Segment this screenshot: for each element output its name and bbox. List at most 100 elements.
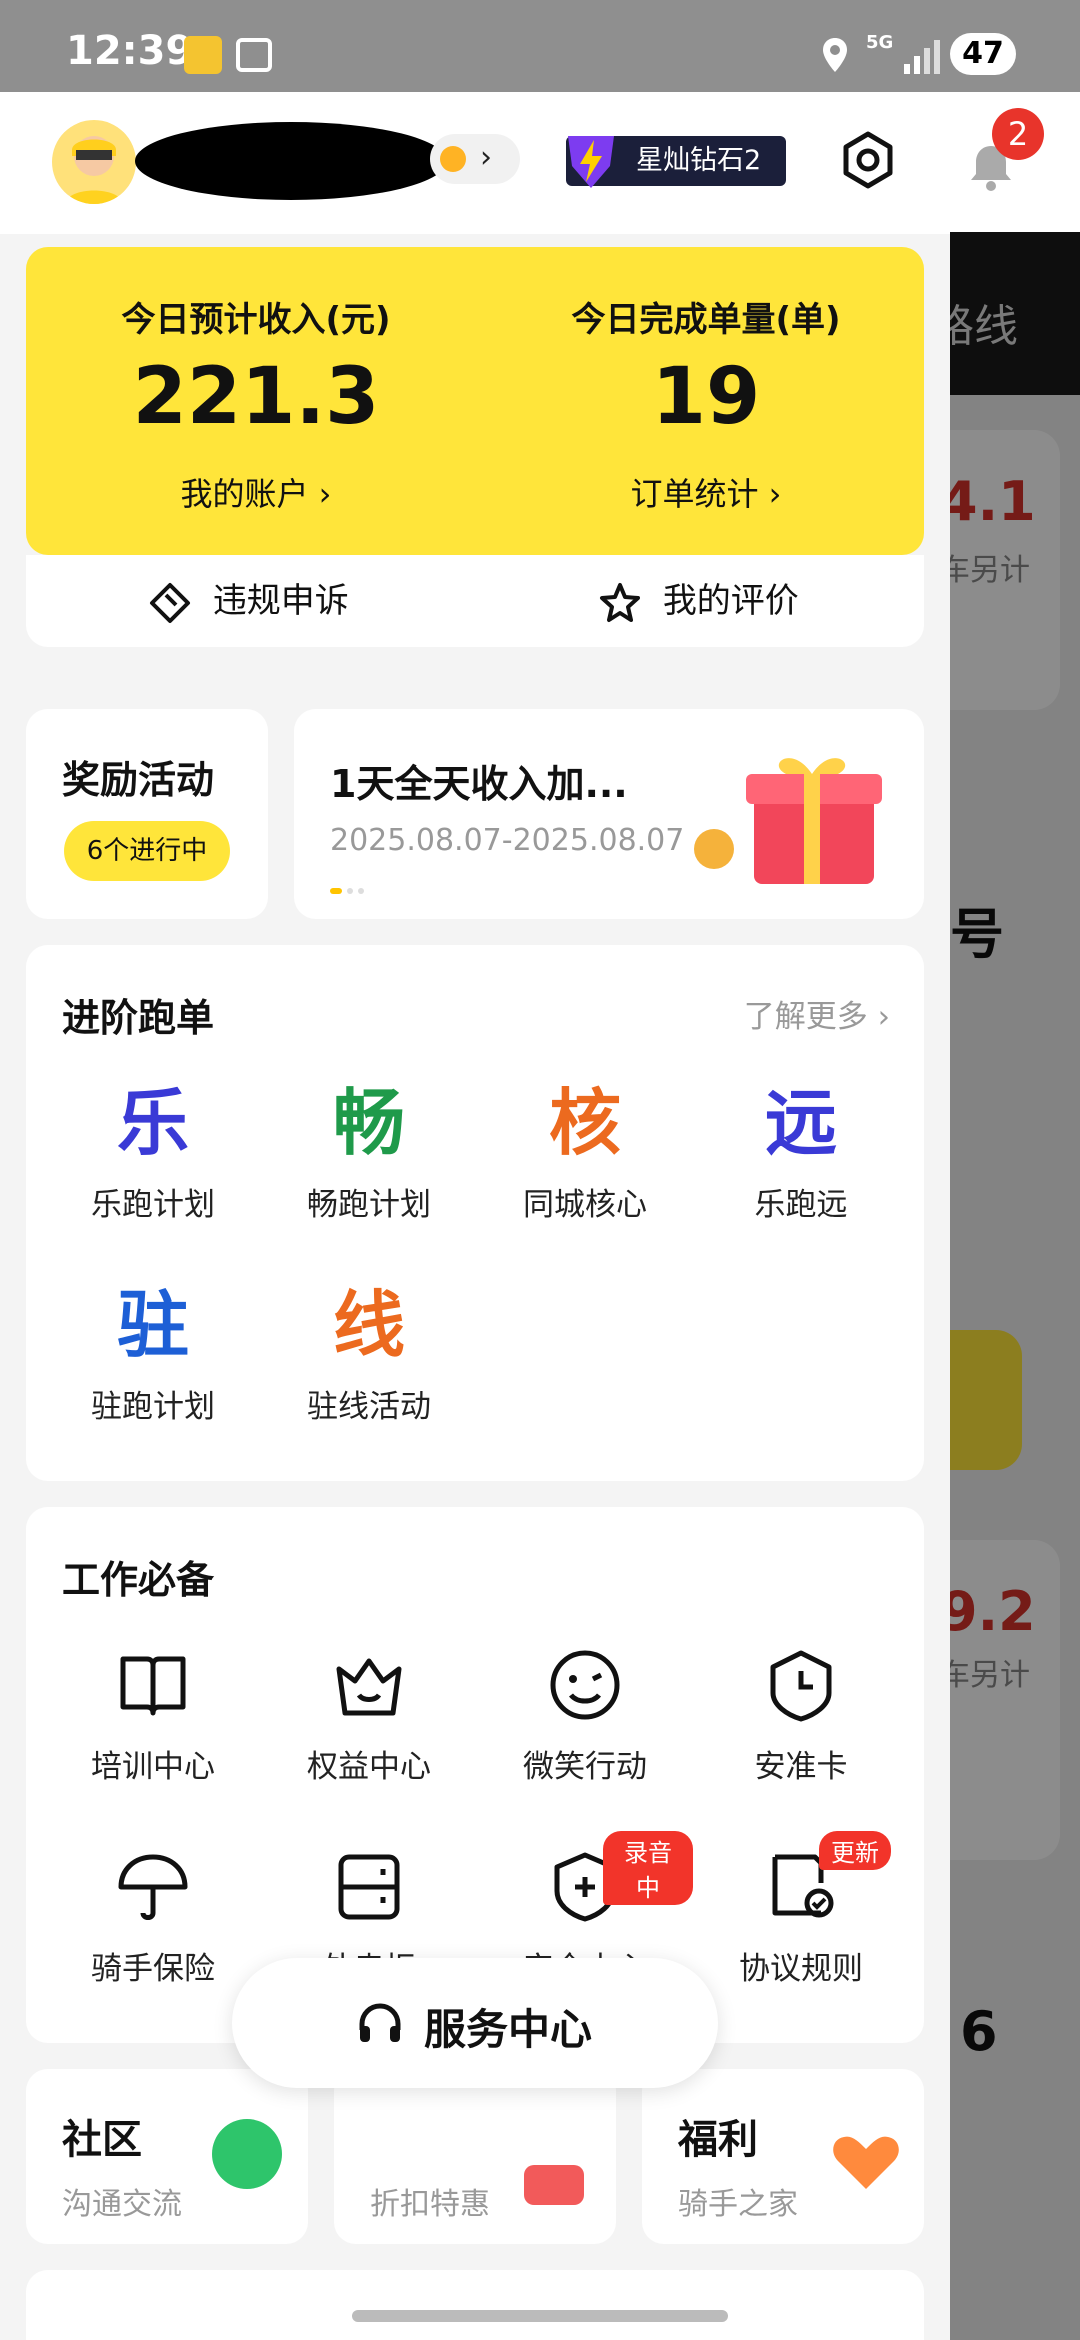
advanced-glyph: 畅: [332, 1081, 405, 1165]
order-stats-link[interactable]: 订单统计 ›: [496, 469, 916, 515]
recording-tag: 录音中: [603, 1831, 693, 1905]
advanced-glyph: 核: [548, 1081, 621, 1165]
advanced-running-card: 进阶跑单 了解更多 › 乐乐跑计划 畅畅跑计划 核同城核心 远乐跑远 驻驻跑计划…: [26, 945, 924, 1481]
advanced-item-zhuxian[interactable]: 线驻线活动: [261, 1277, 477, 1426]
work-item-smile[interactable]: 微笑行动: [477, 1637, 693, 1786]
advanced-glyph: 驻: [116, 1283, 189, 1367]
coin-icon: [440, 146, 466, 172]
reward-banner[interactable]: 1天全天收入加... 2025.08.07-2025.08.07: [294, 709, 924, 919]
welfare-card[interactable]: 福利 骑手之家: [642, 2069, 924, 2244]
service-center-button[interactable]: 服务中心: [232, 1958, 718, 2088]
battery-indicator: 47: [950, 33, 1016, 75]
income-label: 今日预计收入(元): [121, 300, 391, 340]
work-label: 微笑行动: [523, 1749, 647, 1785]
dim-overlay[interactable]: [950, 0, 1080, 2340]
advanced-glyph: 乐: [116, 1081, 189, 1165]
income-value: 221.3: [132, 352, 380, 442]
appeal-icon: [150, 582, 190, 623]
my-account-link[interactable]: 我的账户 ›: [46, 469, 466, 515]
signal-icon: [904, 40, 940, 74]
earnings-card: 今日预计收入(元) 221.3 我的账户 › 今日完成单量(单) 19 订单统计…: [26, 247, 924, 555]
community-card[interactable]: 社区 沟通交流: [26, 2069, 308, 2244]
advanced-item-zhupao[interactable]: 驻驻跑计划: [45, 1277, 261, 1426]
work-label: 培训中心: [91, 1749, 215, 1785]
chevron-right-icon: ›: [480, 140, 492, 175]
work-item-benefits[interactable]: 权益中心: [261, 1637, 477, 1786]
my-rating-label: 我的评价: [662, 581, 799, 621]
orders-value: 19: [651, 352, 761, 442]
deals-card[interactable]: 折扣特惠: [334, 2069, 616, 2244]
gift-box-icon: [694, 758, 882, 884]
work-label: 协议规则: [739, 1951, 863, 1987]
work-item-insurance[interactable]: 骑手保险: [45, 1839, 261, 1988]
rewards-active-badge: 6个进行中: [64, 821, 230, 881]
rewards-title: 奖励活动: [62, 758, 215, 802]
work-item-safety-card[interactable]: 安准卡: [693, 1637, 909, 1786]
network-label: 5G: [866, 32, 894, 53]
avatar[interactable]: [52, 120, 136, 204]
location-icon: [823, 38, 847, 72]
settings-gear-icon[interactable]: [838, 130, 898, 190]
umbrella-icon: [118, 1854, 188, 1920]
rewards-card[interactable]: 奖励活动 6个进行中: [26, 709, 268, 919]
smile-icon: [550, 1650, 620, 1720]
orders-label: 今日完成单量(单): [571, 300, 841, 340]
background-bell: 2: [950, 92, 1080, 232]
community-title: 社区: [62, 2117, 142, 2163]
redacted-username: [135, 122, 447, 200]
updated-tag: 更新: [819, 1831, 891, 1870]
locker-icon: [338, 1854, 400, 1920]
welfare-subtitle: 骑手之家: [678, 2187, 798, 2222]
clock-shield-icon: [770, 1650, 832, 1722]
action-row: 违规申诉 我的评价: [26, 555, 924, 647]
notification-count-badge: 2: [992, 108, 1044, 160]
deals-icon: [524, 2165, 584, 2205]
level-badge-label: 星灿钻石2: [636, 145, 762, 176]
learn-more-link[interactable]: 了解更多 ›: [744, 991, 890, 1036]
advanced-item-lepao[interactable]: 乐乐跑计划: [45, 1075, 261, 1224]
community-subtitle: 沟通交流: [62, 2187, 182, 2222]
crown-icon: [336, 1658, 402, 1716]
banner-title: 1天全天收入加...: [330, 762, 628, 806]
screenshot-icon: [236, 38, 272, 72]
advanced-glyph: 线: [332, 1283, 405, 1367]
deals-subtitle: 折扣特惠: [370, 2187, 490, 2222]
next-card-peek: [26, 2270, 924, 2340]
work-label: 骑手保险: [91, 1951, 215, 1987]
heart-tag-icon: [833, 2136, 899, 2189]
home-indicator[interactable]: [352, 2310, 728, 2322]
advanced-glyph: 远: [764, 1081, 837, 1165]
advanced-label: 乐跑计划: [91, 1187, 215, 1223]
app-notification-icon: [184, 36, 222, 74]
advanced-label: 驻线活动: [307, 1389, 431, 1425]
work-title: 工作必备: [62, 1558, 215, 1602]
advanced-item-tongcheng[interactable]: 核同城核心: [477, 1075, 693, 1224]
advanced-title: 进阶跑单: [62, 996, 215, 1040]
advanced-label: 同城核心: [523, 1187, 647, 1223]
chat-bubble-icon: [212, 2119, 282, 2189]
appeal-label: 违规申诉: [212, 581, 349, 621]
advanced-item-lepaoyuan[interactable]: 远乐跑远: [693, 1075, 909, 1224]
work-label: 权益中心: [307, 1749, 431, 1785]
work-label: 安准卡: [754, 1749, 848, 1785]
profile-bar: › 星灿钻石2: [0, 92, 950, 234]
welfare-title: 福利: [678, 2117, 758, 2163]
work-item-training[interactable]: 培训中心: [45, 1637, 261, 1786]
advanced-label: 畅跑计划: [307, 1187, 431, 1223]
service-center-label: 服务中心: [424, 2005, 593, 2054]
appeal-button[interactable]: 违规申诉: [148, 555, 349, 647]
advanced-item-changpao[interactable]: 畅畅跑计划: [261, 1075, 477, 1224]
work-item-agreements[interactable]: 协议规则 更新: [693, 1831, 909, 1988]
lightning-shield-icon: [568, 136, 614, 188]
advanced-label: 驻跑计划: [91, 1389, 215, 1425]
carousel-dots: [330, 879, 365, 898]
my-rating-button[interactable]: 我的评价: [598, 555, 799, 647]
book-icon: [120, 1656, 186, 1716]
level-badge[interactable]: 星灿钻石2: [566, 136, 786, 188]
status-bar: 12:39 5G 47: [0, 0, 1080, 92]
coin-pill[interactable]: ›: [430, 134, 520, 184]
star-icon: [600, 582, 640, 622]
status-time: 12:39: [66, 28, 194, 74]
advanced-label: 乐跑远: [754, 1187, 848, 1223]
headset-icon: [359, 2003, 401, 2042]
